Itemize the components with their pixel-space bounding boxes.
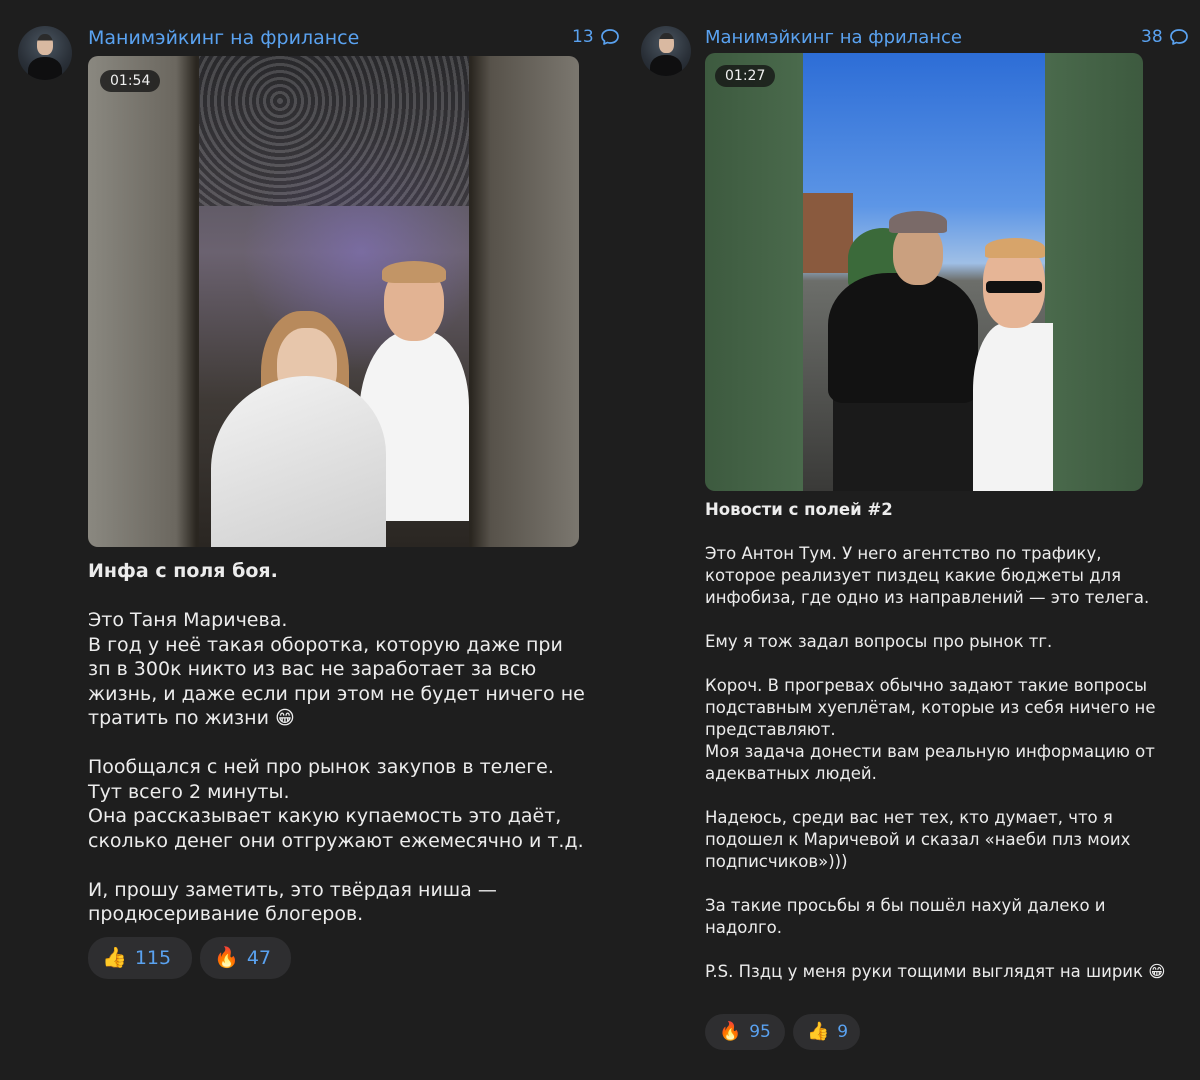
video-player[interactable]: 01:54: [88, 56, 579, 547]
post-title: Инфа с поля боя.: [88, 560, 278, 582]
comments-count: 13: [572, 27, 594, 47]
channel-avatar[interactable]: [18, 26, 72, 80]
fire-icon: 🔥: [214, 945, 239, 970]
post-title: Новости с полей #2: [705, 500, 893, 519]
video-thumbnail: [199, 56, 469, 547]
reaction-count: 95: [749, 1022, 771, 1042]
comments-button[interactable]: 38: [1141, 27, 1189, 47]
comments-button[interactable]: 13: [572, 27, 620, 47]
fire-icon: 🔥: [719, 1021, 742, 1043]
reaction-count: 115: [134, 947, 172, 969]
reaction-thumbs-up[interactable]: 👍 9: [793, 1014, 860, 1050]
video-player[interactable]: 01:27: [705, 53, 1143, 491]
channel-avatar[interactable]: [641, 26, 691, 76]
video-duration-badge: 01:27: [715, 65, 776, 87]
post-body: Это Антон Тум. У него агентство по трафи…: [705, 544, 1166, 981]
comments-count: 38: [1141, 27, 1163, 47]
reaction-fire[interactable]: 🔥 95: [705, 1014, 785, 1050]
thumbs-up-icon: 👍: [102, 945, 127, 970]
channel-feed: Манимэйкинг на фрилансе 13 01:54 Инфа с …: [0, 0, 1200, 1080]
video-duration-badge: 01:54: [100, 70, 161, 92]
reaction-count: 9: [837, 1022, 849, 1042]
thumbs-up-icon: 👍: [807, 1021, 830, 1043]
comment-bubble-icon: [1169, 29, 1188, 45]
reaction-count: 47: [246, 947, 272, 969]
post-body: Это Таня Маричева. В год у неё такая обо…: [88, 609, 585, 925]
post-text: Новости с полей #2 Это Антон Тум. У него…: [705, 499, 1175, 983]
channel-name[interactable]: Манимэйкинг на фрилансе: [88, 27, 359, 49]
video-thumbnail: [803, 53, 1053, 491]
post-text: Инфа с поля боя. Это Таня Маричева. В го…: [88, 559, 588, 927]
channel-name[interactable]: Манимэйкинг на фрилансе: [705, 27, 962, 48]
reaction-fire[interactable]: 🔥 47: [200, 937, 291, 979]
reaction-thumbs-up[interactable]: 👍 115: [88, 937, 192, 979]
comment-bubble-icon: [600, 29, 619, 45]
